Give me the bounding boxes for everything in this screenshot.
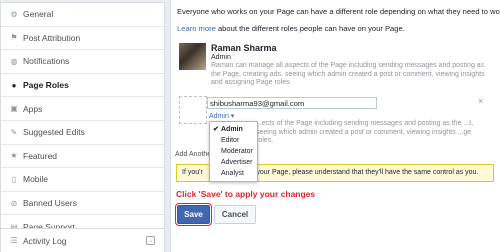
flag-icon: ⚑: [10, 33, 18, 43]
new-user-avatar-placeholder: [179, 96, 207, 124]
sidebar-activity-log-group: ☰ Activity Log →: [0, 228, 165, 252]
sidebar-item-label: Post Attribution: [23, 32, 81, 43]
learn-more-line: Learn more about the different roles peo…: [177, 24, 405, 33]
learn-more-link[interactable]: Learn more: [177, 24, 216, 33]
sidebar-item-general[interactable]: ⚙ General: [1, 3, 164, 27]
save-button[interactable]: Save: [175, 203, 212, 226]
box-icon: ▣: [10, 104, 18, 114]
role-option-label: Moderator: [221, 148, 253, 155]
sidebar-item-label: General: [23, 9, 54, 20]
save-instruction-annotation: Click 'Save' to apply your changes: [176, 189, 316, 199]
sidebar-item-apps[interactable]: ▣ Apps: [1, 97, 164, 121]
sidebar-item-suggested-edits[interactable]: ✎ Suggested Edits: [1, 121, 164, 145]
star-icon: ★: [10, 151, 18, 161]
close-icon[interactable]: ×: [478, 96, 483, 106]
role-option-analyst[interactable]: Analyst: [210, 168, 257, 179]
role-option-label: Admin: [221, 126, 243, 133]
cancel-button[interactable]: Cancel: [214, 205, 256, 224]
intro-text: Everyone who works on your Page can have…: [177, 7, 500, 16]
page-roles-panel: Everyone who works on your Page can have…: [170, 0, 500, 252]
role-option-label: Analyst: [221, 170, 244, 177]
sidebar-item-activity-log[interactable]: ☰ Activity Log →: [1, 229, 164, 252]
warning-text-right: n to your Page, please understand that t…: [242, 169, 479, 176]
sidebar-item-notifications[interactable]: ◍ Notifications: [1, 50, 164, 74]
admin-name[interactable]: Raman Sharma: [211, 43, 277, 53]
new-role-description: ...ects of the Page including sending me…: [256, 120, 474, 145]
learn-more-text: about the different roles people can hav…: [215, 24, 405, 33]
sidebar-item-banned-users[interactable]: ⊘ Banned Users: [1, 192, 164, 216]
sidebar-item-label: Featured: [23, 150, 58, 161]
sidebar-item-label: Page Roles: [23, 80, 69, 91]
sidebar-item-label: Notifications: [23, 56, 70, 67]
role-option-admin[interactable]: ✔ Admin: [210, 124, 257, 135]
admin-avatar[interactable]: [179, 43, 206, 70]
sidebar-item-post-attribution[interactable]: ⚑ Post Attribution: [1, 27, 164, 51]
settings-sidebar: ⚙ General ⚑ Post Attribution ◍ Notification…: [0, 0, 165, 252]
warning-text-left: If you'r: [182, 169, 203, 176]
gear-icon: ⚙: [10, 9, 18, 19]
role-option-label: Advertiser: [221, 159, 253, 166]
sidebar-item-featured[interactable]: ★ Featured: [1, 145, 164, 169]
add-another-link[interactable]: Add Anothe: [175, 151, 211, 158]
sidebar-item-label: Activity Log: [23, 235, 67, 246]
check-icon: ✔: [213, 126, 219, 133]
list-icon: ☰: [10, 236, 18, 246]
globe-icon: ◍: [10, 56, 18, 66]
admin-role: Admin: [211, 54, 231, 61]
email-field[interactable]: [207, 97, 377, 109]
arrow-right-icon[interactable]: →: [146, 236, 155, 245]
pencil-icon: ✎: [10, 127, 18, 137]
role-option-label: Editor: [221, 137, 240, 144]
role-dropdown-menu: ✔ Admin Editor Moderator Advertiser Analy…: [209, 121, 258, 182]
sidebar-menu: ⚙ General ⚑ Post Attribution ◍ Notification…: [0, 2, 165, 240]
role-option-moderator[interactable]: Moderator: [210, 146, 257, 157]
sidebar-item-label: Apps: [23, 103, 43, 114]
role-option-advertiser[interactable]: Advertiser: [210, 157, 257, 168]
sidebar-item-label: Suggested Edits: [23, 127, 85, 138]
ban-icon: ⊘: [10, 198, 18, 208]
mobile-icon: ▯: [11, 174, 17, 184]
admin-role-description: Raman can manage all aspects of the Page…: [211, 62, 485, 87]
role-option-editor[interactable]: Editor: [210, 135, 257, 146]
role-dropdown-toggle[interactable]: Admin ▾: [209, 112, 234, 120]
sidebar-item-label: Mobile: [23, 174, 49, 185]
sidebar-item-mobile[interactable]: ▯ Mobile: [1, 168, 164, 192]
sidebar-item-label: Banned Users: [23, 198, 77, 209]
user-icon: ●: [11, 80, 17, 90]
sidebar-item-page-roles[interactable]: ● Page Roles: [1, 74, 164, 98]
